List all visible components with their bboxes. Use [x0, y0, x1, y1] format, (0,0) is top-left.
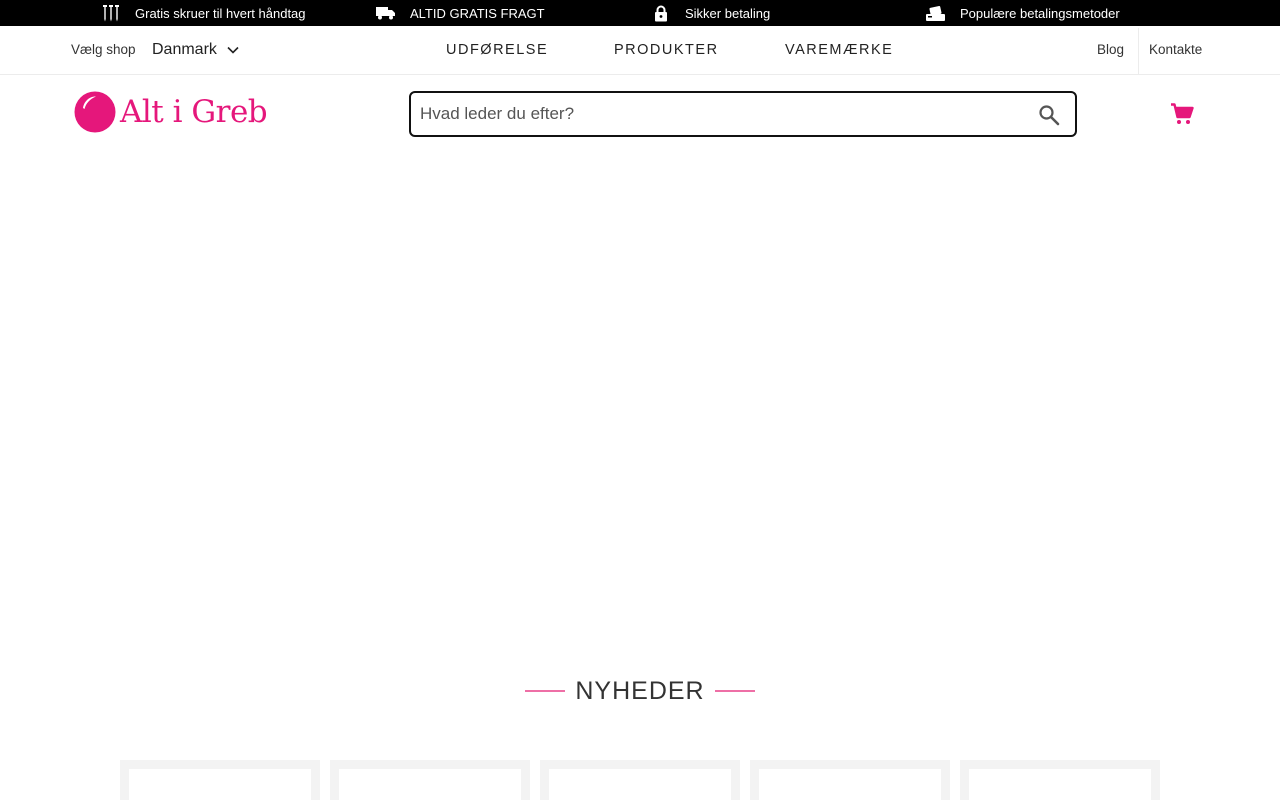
- product-card[interactable]: [960, 760, 1160, 800]
- product-card-image: [759, 769, 941, 800]
- announcement-payment-methods: Populære betalingsmetoder: [926, 0, 1120, 26]
- announcement-bar: Gratis skruer til hvert håndtag ALTID GR…: [0, 0, 1280, 26]
- lock-icon: [651, 4, 671, 22]
- cart-icon[interactable]: [1168, 101, 1196, 127]
- truck-icon: [376, 4, 396, 22]
- announcement-text: Sikker betaling: [685, 5, 771, 21]
- search-input[interactable]: [420, 93, 1020, 135]
- shop-country-value: Danmark: [152, 41, 217, 58]
- nav-item-udforelse[interactable]: UDFØRELSE: [446, 26, 548, 74]
- announcement-text: Gratis skruer til hvert håndtag: [135, 5, 306, 21]
- nav-item-varemaerke[interactable]: VAREMÆRKE: [785, 26, 893, 74]
- announcement-free-shipping: ALTID GRATIS FRAGT: [376, 0, 545, 26]
- divider: [1138, 28, 1139, 74]
- logo-text: Alt i Greb: [120, 94, 268, 130]
- nav-item-produkter[interactable]: PRODUKTER: [614, 26, 719, 74]
- product-card-image: [549, 769, 731, 800]
- heading-rule-left: [525, 690, 566, 692]
- announcement-text: ALTID GRATIS FRAGT: [410, 5, 545, 21]
- product-card-image: [339, 769, 521, 800]
- screws-icon: [101, 4, 121, 22]
- chevron-down-icon: [227, 46, 239, 54]
- product-card[interactable]: [750, 760, 950, 800]
- search-box: [409, 91, 1077, 137]
- section-title: NYHEDER: [575, 676, 705, 705]
- announcement-secure-payment: Sikker betaling: [651, 0, 770, 26]
- blog-link[interactable]: Blog: [1097, 26, 1124, 74]
- product-card[interactable]: [330, 760, 530, 800]
- header-nav-row: Vælg shop Danmark UDFØRELSE PRODUKTER VA…: [0, 26, 1280, 75]
- search-icon[interactable]: [1037, 103, 1061, 127]
- product-card-image: [129, 769, 311, 800]
- product-card[interactable]: [540, 760, 740, 800]
- shop-country-select[interactable]: Danmark: [152, 26, 239, 74]
- shop-label: Vælg shop: [71, 42, 136, 57]
- heading-rule-right: [714, 690, 755, 692]
- product-card-image: [969, 769, 1151, 800]
- section-heading-nyheder: NYHEDER: [0, 672, 1280, 710]
- announcement-text: Populære betalingsmetoder: [960, 5, 1120, 21]
- contact-link[interactable]: Kontakte: [1149, 26, 1202, 74]
- logo-ball-icon: [74, 91, 116, 133]
- product-card[interactable]: [120, 760, 320, 800]
- site-logo[interactable]: Alt i Greb: [74, 91, 268, 133]
- announcement-free-screws: Gratis skruer til hvert håndtag: [101, 0, 306, 26]
- payment-icon: [926, 4, 946, 22]
